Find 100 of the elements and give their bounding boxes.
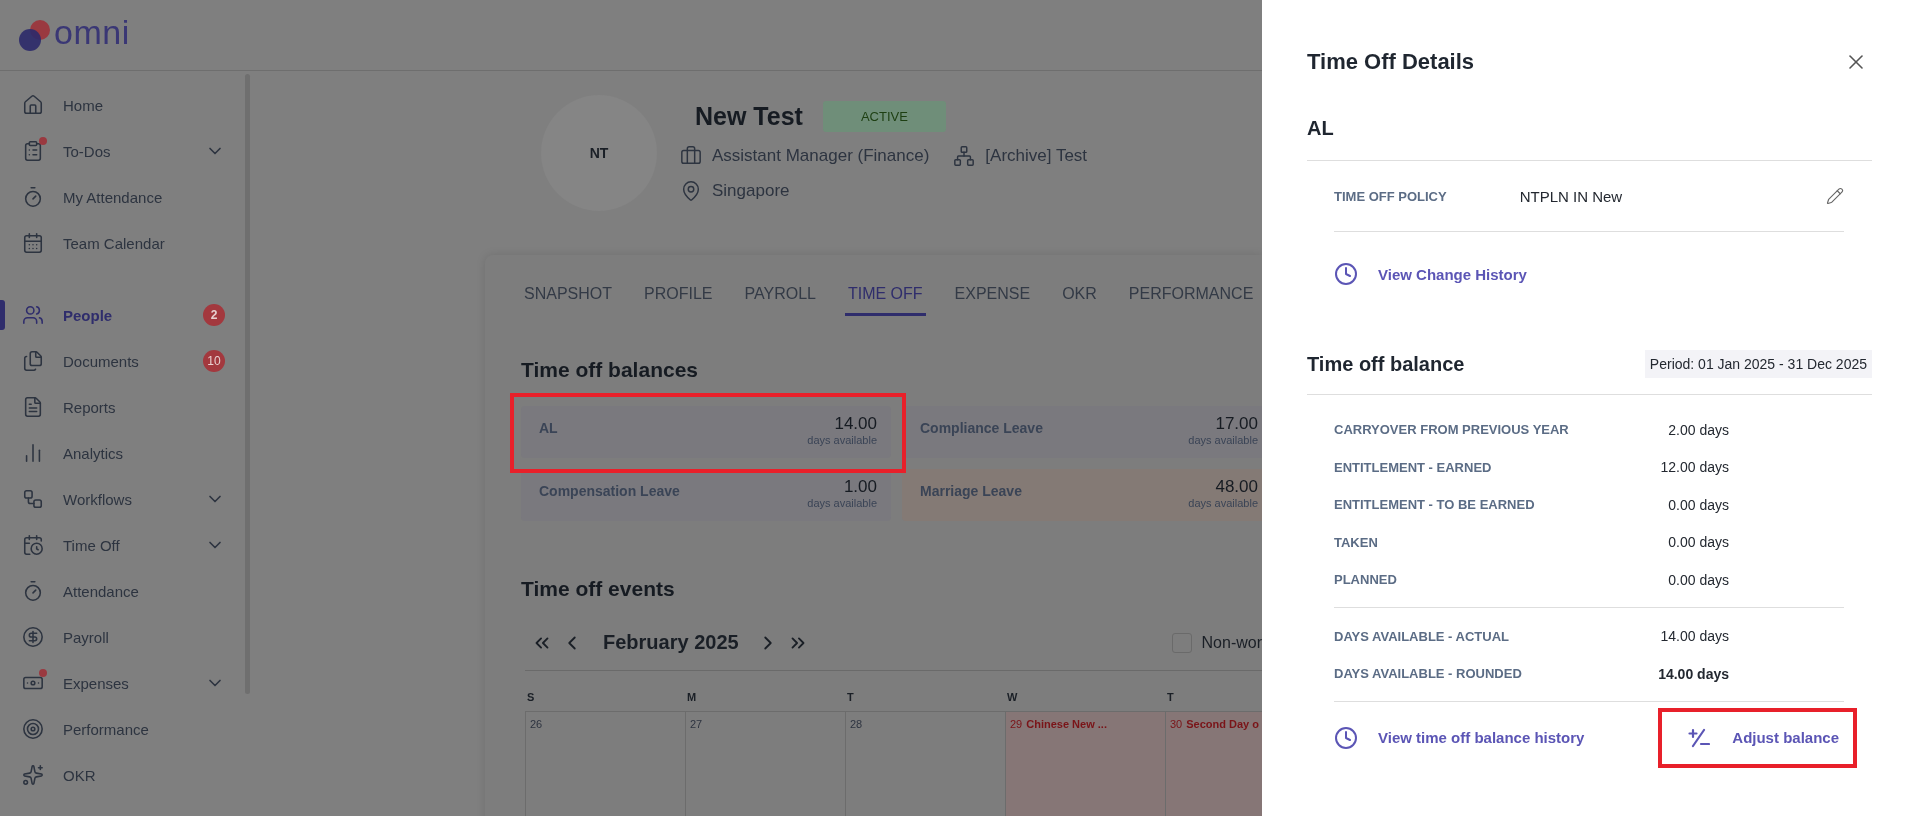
sidebar-item[interactable]: My Attendance (0, 174, 255, 220)
sidebar-label: Documents (63, 352, 140, 370)
balance-history-link[interactable]: View time off balance history (1378, 729, 1585, 746)
logo-text: omni (54, 12, 130, 52)
sidebar-item[interactable]: Reports (0, 384, 255, 430)
documents-icon (22, 350, 44, 372)
calendar-day[interactable]: 27 (685, 711, 845, 816)
calendar-day[interactable]: 26 (525, 711, 685, 816)
adjust-balance-button[interactable]: Adjust balance (1668, 721, 1839, 754)
weekday-label: T (846, 691, 855, 705)
section-title: Time off balances (521, 358, 699, 382)
leave-amount: 1.00 (843, 477, 877, 497)
checkbox-label: Non-wor (1201, 633, 1262, 652)
section-title: Time off balance (1307, 352, 1465, 376)
sidebar-label: Attendance (63, 582, 140, 600)
balance-value: 12.00 days (1659, 459, 1729, 476)
job-title: Assistant Manager (Finance) (712, 146, 930, 166)
sidebar-item[interactable]: Payroll (0, 614, 255, 660)
leave-name: Compliance Leave (920, 420, 1043, 438)
tab[interactable]: OKR (1059, 285, 1100, 316)
balance-label: TAKEN (1334, 534, 1379, 550)
sidebar-item[interactable]: Documents 10 (0, 338, 255, 384)
calendar-day[interactable]: 30 Second Day o (1165, 711, 1262, 816)
sidebar-item[interactable]: OKR (0, 752, 255, 798)
workflow-icon (22, 488, 44, 510)
clock-icon (1334, 262, 1358, 286)
sidebar-item[interactable]: Home (0, 82, 255, 128)
count-badge: 10 (203, 350, 225, 372)
weekday-label: S (526, 691, 536, 705)
sidebar-item[interactable]: Team Calendar (0, 220, 255, 266)
tab[interactable]: PAYROLL (741, 285, 819, 316)
sidebar-label: Analytics (63, 444, 125, 462)
holiday-event[interactable]: Second Day o (1186, 718, 1259, 816)
count-badge: 2 (203, 304, 225, 326)
sidebar-item[interactable]: Attendance (0, 568, 255, 614)
calendar-icon (22, 232, 44, 254)
sidebar-label: Workflows (63, 490, 133, 508)
sidebar-item[interactable]: Performance (0, 706, 255, 752)
location: Singapore (712, 181, 790, 201)
home-icon (22, 94, 44, 116)
leave-amount: 48.00 (1215, 477, 1258, 497)
list-icon (22, 140, 44, 162)
calendar-day[interactable]: 29 Chinese New ... (1005, 711, 1165, 816)
tab[interactable]: SNAPSHOT (521, 285, 615, 316)
sidebar-item[interactable]: Workflows (0, 476, 255, 522)
dollar-icon (22, 626, 44, 648)
tab[interactable]: PERFORMANCE (1125, 285, 1257, 316)
sidebar-label: To-Dos (63, 142, 112, 160)
location-pin-icon (680, 180, 702, 202)
leave-unit: days available (1188, 497, 1258, 509)
avatar: NT (541, 95, 657, 211)
sidebar-label: Home (63, 96, 104, 114)
day-number: 28 (850, 718, 863, 732)
target-icon (22, 718, 44, 740)
leave-unit: days available (1188, 434, 1258, 446)
stopwatch-icon (22, 580, 44, 602)
employee-name: New Test (695, 102, 803, 131)
sidebar-label: Performance (63, 720, 150, 738)
balance-label: DAYS AVAILABLE - ROUNDED (1334, 666, 1523, 682)
sidebar-item[interactable]: To-Dos (0, 128, 255, 174)
balance-label: DAYS AVAILABLE - ACTUAL (1334, 628, 1511, 644)
change-history-link[interactable]: View Change History (1378, 265, 1527, 283)
leave-name: Marriage Leave (920, 483, 1022, 501)
field-label: TIME OFF POLICY (1334, 188, 1447, 204)
plus-minus-icon (1688, 727, 1711, 748)
sidebar-item[interactable]: Analytics (0, 430, 255, 476)
month-label: February 2025 (603, 631, 739, 654)
sparkles-icon (22, 764, 44, 786)
leave-balance-card[interactable]: Marriage Leave 48.00 days available (902, 469, 1262, 521)
section-title: Time off events (521, 577, 676, 601)
sidebar-item[interactable]: Expenses (0, 660, 255, 706)
day-number: 29 (1010, 718, 1023, 732)
briefcase-icon (680, 145, 702, 167)
field-value: NTPLN IN New (1519, 187, 1624, 205)
leave-name: AL (539, 420, 558, 438)
sidebar-item[interactable]: Time Off (0, 522, 255, 568)
leave-unit: days available (807, 434, 877, 446)
drawer-title: Time Off Details (1307, 49, 1475, 75)
tab[interactable]: EXPENSE (951, 285, 1034, 316)
tab[interactable]: PROFILE (641, 285, 716, 316)
sidebar-label: My Attendance (63, 188, 164, 206)
document-icon (22, 396, 44, 418)
balance-value: 14.00 days (1659, 628, 1729, 645)
selection-indicator (0, 300, 5, 330)
day-number: 27 (690, 718, 703, 732)
pencil-icon[interactable] (1826, 187, 1844, 205)
sidebar-label: Time Off (63, 536, 121, 554)
balance-label: PLANNED (1334, 572, 1398, 588)
leave-name: Compensation Leave (539, 483, 680, 501)
leave-type: AL (1307, 117, 1872, 161)
balance-value: 0.00 days (1667, 534, 1729, 551)
leave-balance-card[interactable]: AL 14.00 days available (521, 406, 891, 458)
status-badge: ACTIVE (822, 101, 946, 132)
balance-value: 14.00 days (1657, 665, 1729, 682)
tab[interactable]: TIME OFF (844, 285, 926, 316)
sidebar-label: OKR (63, 766, 97, 784)
holiday-event[interactable]: Chinese New ... (1026, 718, 1107, 816)
weekday-label: W (1006, 691, 1019, 705)
calendar-clock-icon (22, 534, 44, 556)
sidebar-item[interactable]: People 2 (0, 292, 255, 338)
